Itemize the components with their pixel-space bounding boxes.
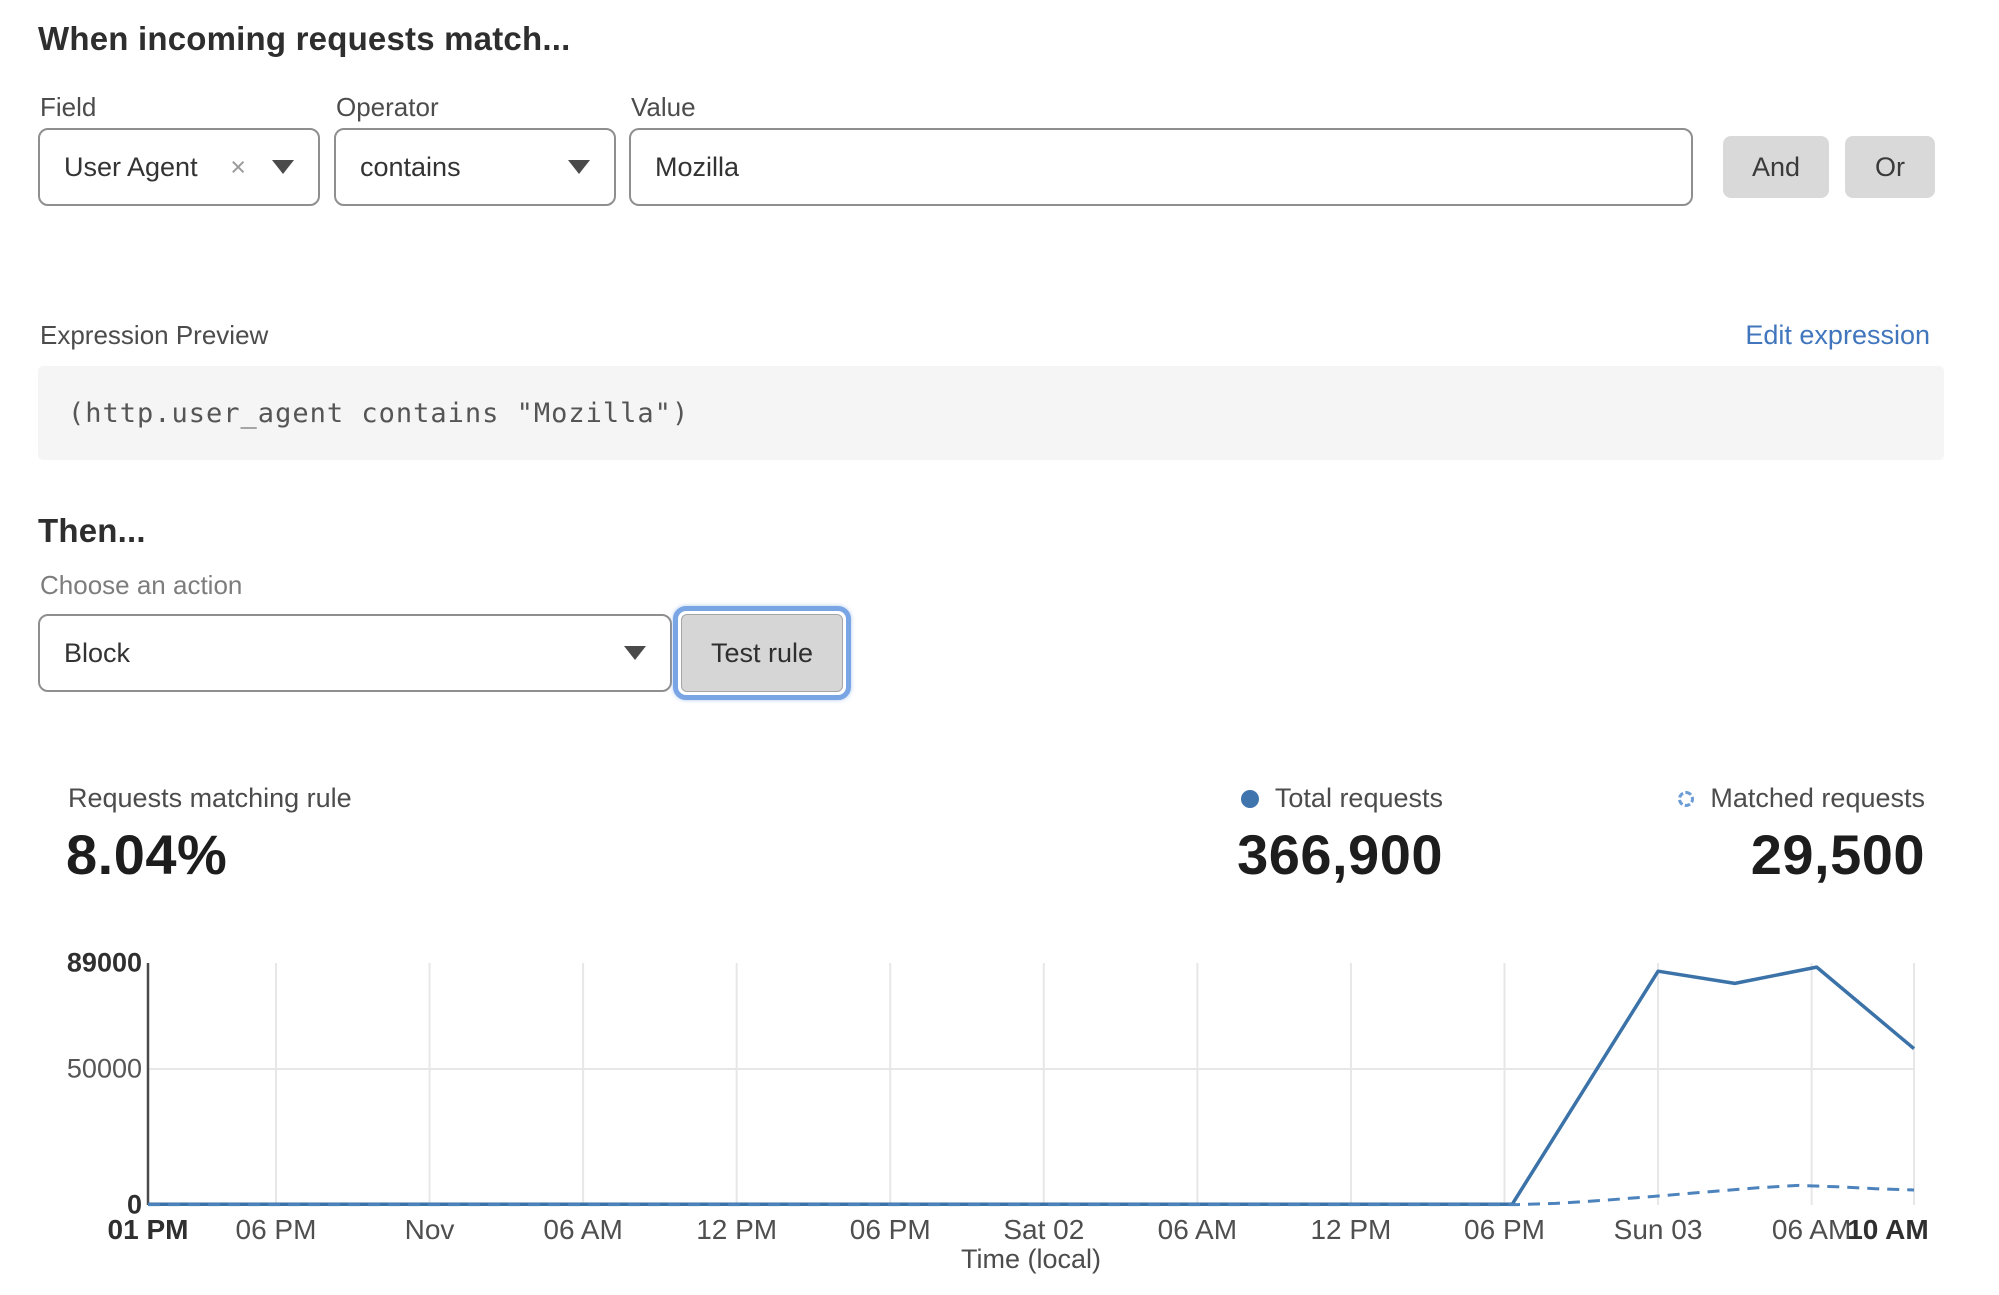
clear-icon[interactable]: × <box>230 152 246 183</box>
expression-code-block: (http.user_agent contains "Mozilla") <box>38 366 1944 460</box>
or-button[interactable]: Or <box>1845 136 1935 198</box>
field-select-value: User Agent <box>64 152 230 183</box>
matched-requests-legend: Matched requests <box>1560 783 1925 814</box>
x-tick-label: 06 AM <box>543 1214 622 1246</box>
total-requests-dot-icon <box>1241 790 1259 808</box>
matched-requests-label: Matched requests <box>1710 783 1925 814</box>
matched-requests-value: 29,500 <box>1751 822 1925 887</box>
firewall-rule-builder-page: When incoming requests match... Field Op… <box>0 0 1999 1295</box>
x-tick-label: 01 PM <box>108 1214 189 1246</box>
chevron-down-icon <box>624 646 646 660</box>
chevron-down-icon <box>568 160 590 174</box>
x-tick-label: 12 PM <box>696 1214 777 1246</box>
total-requests-label: Total requests <box>1275 783 1443 814</box>
test-rule-button[interactable]: Test rule <box>681 614 843 692</box>
matched-requests-dashed-circle-icon <box>1678 791 1694 807</box>
and-button[interactable]: And <box>1723 136 1829 198</box>
expression-code: (http.user_agent contains "Mozilla") <box>68 398 689 429</box>
choose-action-label: Choose an action <box>40 570 242 601</box>
y-tick-label: 89000 <box>32 948 142 979</box>
expression-preview-label: Expression Preview <box>40 320 268 351</box>
value-label: Value <box>631 92 696 123</box>
series-solid-line <box>148 967 1914 1204</box>
total-requests-value: 366,900 <box>1237 822 1443 887</box>
x-tick-label: 06 AM <box>1158 1214 1237 1246</box>
x-tick-label: 12 PM <box>1310 1214 1391 1246</box>
chevron-down-icon <box>272 160 294 174</box>
operator-select-value: contains <box>360 152 568 183</box>
edit-expression-link[interactable]: Edit expression <box>1745 320 1930 351</box>
action-select[interactable]: Block <box>38 614 672 692</box>
operator-label: Operator <box>336 92 439 123</box>
x-tick-label: 10 AM <box>1847 1214 1928 1246</box>
total-requests-legend: Total requests <box>1100 783 1443 814</box>
x-tick-label: 06 AM <box>1772 1214 1851 1246</box>
page-title: When incoming requests match... <box>38 20 570 58</box>
field-select[interactable]: User Agent × <box>38 128 320 206</box>
test-rule-focus-ring: Test rule <box>673 606 851 700</box>
operator-select[interactable]: contains <box>334 128 616 206</box>
requests-matching-label: Requests matching rule <box>68 783 352 814</box>
then-heading: Then... <box>38 512 146 550</box>
y-tick-label: 0 <box>32 1190 142 1221</box>
x-tick-label: 06 PM <box>236 1214 317 1246</box>
x-tick-label: Sat 02 <box>1003 1214 1084 1246</box>
value-input[interactable] <box>629 128 1693 206</box>
series-dashed-line <box>148 1185 1914 1204</box>
x-tick-label: Sun 03 <box>1614 1214 1703 1246</box>
requests-matching-value: 8.04% <box>66 822 227 887</box>
x-axis-title: Time (local) <box>961 1244 1101 1275</box>
x-tick-label: Nov <box>405 1214 455 1246</box>
x-tick-label: 06 PM <box>850 1214 931 1246</box>
y-tick-label: 50000 <box>32 1054 142 1085</box>
x-tick-label: 06 PM <box>1464 1214 1545 1246</box>
action-select-value: Block <box>64 638 624 669</box>
field-label: Field <box>40 92 96 123</box>
